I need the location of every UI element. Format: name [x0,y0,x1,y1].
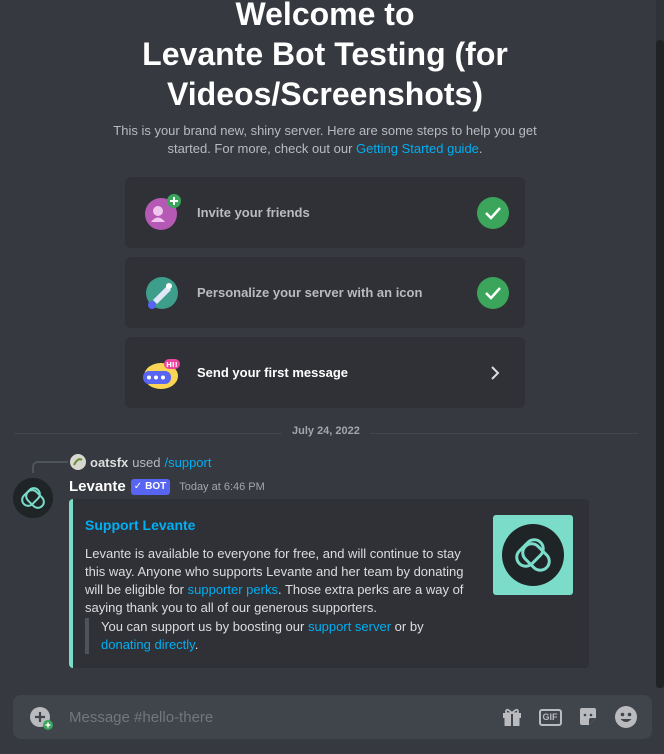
message-author[interactable]: Levante [69,478,126,495]
step-personalize-server[interactable]: Personalize your server with an icon [125,257,525,328]
embed-quote-end: . [194,637,199,652]
gif-label: GIF [538,708,562,726]
welcome-subtitle: This is your brand new, shiny server. He… [110,122,540,158]
chevron-right-icon [485,363,505,383]
embed-quote-text: or by [394,619,424,634]
reply-username[interactable]: oatsfx [90,455,128,470]
message-input[interactable] [67,707,500,727]
support-server-link[interactable]: support server [308,619,391,634]
add-attachment-button[interactable] [29,706,53,730]
gift-icon [503,708,521,726]
bot-tag: ✓ BOT [130,478,171,495]
emoji-icon [615,706,637,728]
welcome-title-line: Videos/Screenshots) [167,76,483,112]
step-invite-friends[interactable]: Invite your friends [125,177,525,248]
welcome-title: Welcome to Levante Bot Testing (for Vide… [0,0,650,114]
first-message-icon: HI! [143,354,181,392]
gif-button[interactable]: GIF [538,705,562,729]
supporter-perks-link[interactable]: supporter perks [188,582,278,597]
date-divider-label: July 24, 2022 [282,425,370,437]
embed-quote-text: You can support us by boosting our [101,619,305,634]
welcome-title-line: Levante Bot Testing (for [142,36,508,72]
message-composer: GIF [13,695,652,739]
welcome-subtitle-end: . [478,141,483,156]
embed-quote: You can support us by boosting our suppo… [85,618,465,654]
getting-started-guide-link[interactable]: Getting Started guide [356,141,479,156]
embed-title[interactable]: Support Levante [85,517,195,533]
step-label: Invite your friends [197,205,310,220]
reply-used-text: used [132,454,161,470]
verified-check-icon: ✓ [133,481,143,492]
reply-spine [32,461,68,473]
reply-avatar[interactable] [70,454,86,470]
scrollbar-thumb[interactable] [656,40,664,688]
reply-command[interactable]: /support [165,455,212,470]
invite-friends-icon [143,193,181,232]
donating-directly-link[interactable]: donating directly [101,637,195,652]
message-header: Levante ✓ BOT Today at 6:46 PM [69,478,265,495]
gift-button[interactable] [500,705,524,729]
check-icon [477,196,509,229]
avatar[interactable] [13,478,53,518]
message-timestamp: Today at 6:46 PM [179,480,265,493]
bot-tag-label: BOT [145,481,167,492]
embed-description: Levante is available to everyone for fre… [85,545,465,617]
step-label: Send your first message [197,365,348,380]
personalize-icon [143,274,181,312]
step-label: Personalize your server with an icon [197,285,423,300]
check-icon [477,276,509,309]
support-embed: Support Levante Levante is available to … [69,499,589,668]
sticker-icon [580,708,596,725]
embed-thumbnail[interactable] [493,515,573,595]
welcome-title-line: Welcome to [235,0,415,32]
plus-circle-icon [30,707,53,730]
svg-text:HI!: HI! [166,361,178,369]
sticker-button[interactable] [576,705,600,729]
step-send-first-message[interactable]: HI! Send your first message [125,337,525,408]
emoji-button[interactable] [614,705,638,729]
reply-context: oatsfx used /support [70,454,211,470]
scrollbar[interactable] [656,0,664,688]
